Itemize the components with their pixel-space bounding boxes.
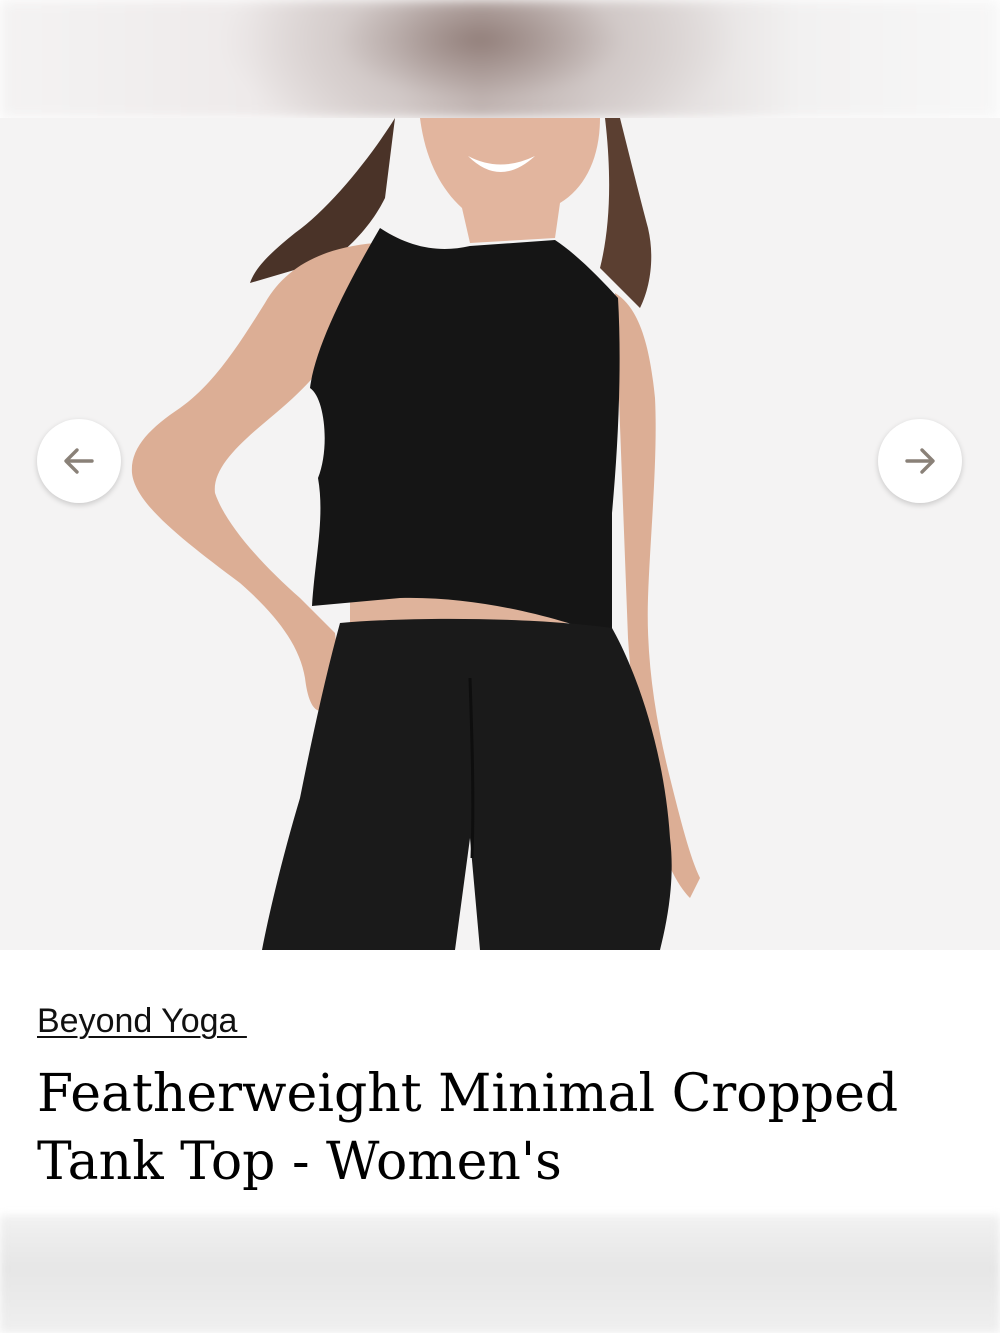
arrow-right-icon [905,448,935,474]
product-page: Beyond Yoga Featherweight Minimal Croppe… [0,0,1000,1333]
product-image-gallery[interactable] [0,118,1000,950]
arrow-left-icon [64,448,94,474]
product-info: Beyond Yoga Featherweight Minimal Croppe… [0,950,1000,1215]
product-photo [0,118,1000,950]
product-title: Featherweight Minimal Cropped Tank Top -… [37,1064,899,1192]
previous-image-button[interactable] [37,419,121,503]
next-image-button[interactable] [878,419,962,503]
blurred-header [0,0,1000,118]
brand-link[interactable]: Beyond Yoga [37,1002,247,1041]
blurred-footer [0,1215,1000,1333]
